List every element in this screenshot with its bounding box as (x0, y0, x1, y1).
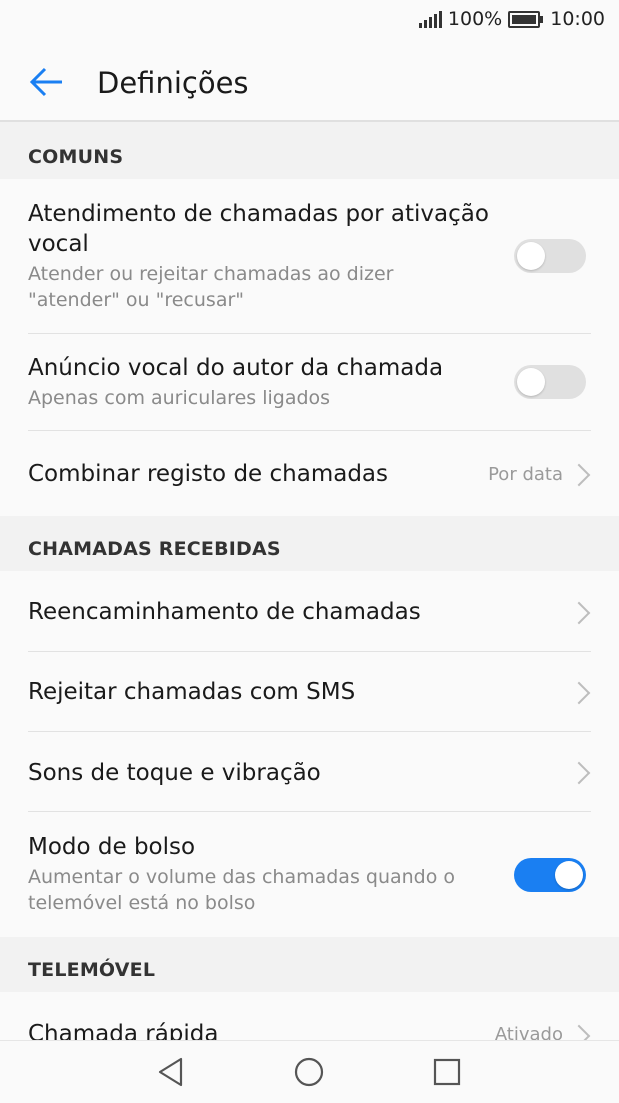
signal-icon (418, 10, 444, 28)
battery-icon (508, 10, 544, 28)
card-telemovel: Chamada rápida Ativado (0, 992, 619, 1040)
status-right: 100% 10:00 (418, 8, 605, 30)
divider (28, 811, 591, 812)
divider (28, 430, 591, 431)
voice-answer-row[interactable]: Atendimento de chamadas por ativação voc… (28, 199, 489, 313)
card-recebidas: Reencaminhamento de chamadas Rejeitar ch… (0, 571, 619, 937)
recents-square-icon[interactable] (430, 1055, 464, 1089)
pocket-mode-row[interactable]: Modo de bolso Aumentar o volume das cham… (28, 832, 489, 916)
pocket-mode-sub: Aumentar o volume das chamadas quando o … (28, 866, 456, 914)
pocket-mode-label: Modo de bolso (28, 834, 196, 860)
battery-percent: 100% (447, 8, 503, 30)
section-header-telemovel: TELEMÓVEL (28, 959, 156, 981)
divider (28, 333, 591, 334)
back-triangle-icon[interactable] (155, 1055, 189, 1089)
merge-log-value: Por data (488, 464, 563, 485)
voice-answer-toggle[interactable] (514, 239, 586, 273)
caller-announce-row[interactable]: Anúncio vocal do autor da chamada Apenas… (28, 353, 489, 411)
divider (28, 651, 591, 652)
voice-answer-sub: Atender ou rejeitar chamadas ao dizer "a… (28, 263, 394, 311)
ringtones-label: Sons de toque e vibração (28, 760, 321, 786)
status-bar: 100% 10:00 (0, 0, 619, 42)
page-title: Definições (97, 66, 249, 100)
pocket-mode-toggle[interactable] (514, 858, 586, 892)
caller-announce-label: Anúncio vocal do autor da chamada (28, 355, 444, 381)
voice-answer-label: Atendimento de chamadas por ativação voc… (28, 201, 489, 257)
ringtones-row[interactable]: Sons de toque e vibração (28, 758, 591, 788)
caller-announce-sub: Apenas com auriculares ligados (28, 387, 331, 409)
app-bar: Definições (0, 42, 619, 122)
divider (28, 731, 591, 732)
home-circle-icon[interactable] (292, 1055, 326, 1089)
forwarding-row[interactable]: Reencaminhamento de chamadas (28, 597, 591, 627)
caller-announce-toggle[interactable] (514, 365, 586, 399)
section-header-recebidas: CHAMADAS RECEBIDAS (28, 538, 281, 560)
section-header-comuns: COMUNS (28, 146, 124, 168)
forwarding-label: Reencaminhamento de chamadas (28, 599, 421, 625)
reject-sms-label: Rejeitar chamadas com SMS (28, 679, 356, 705)
navigation-bar (0, 1040, 619, 1103)
speed-dial-value: Ativado (494, 1024, 563, 1040)
reject-sms-row[interactable]: Rejeitar chamadas com SMS (28, 677, 591, 707)
arrow-left-icon[interactable] (26, 62, 66, 102)
card-comuns: Atendimento de chamadas por ativação voc… (0, 179, 619, 516)
clock: 10:00 (550, 8, 605, 30)
